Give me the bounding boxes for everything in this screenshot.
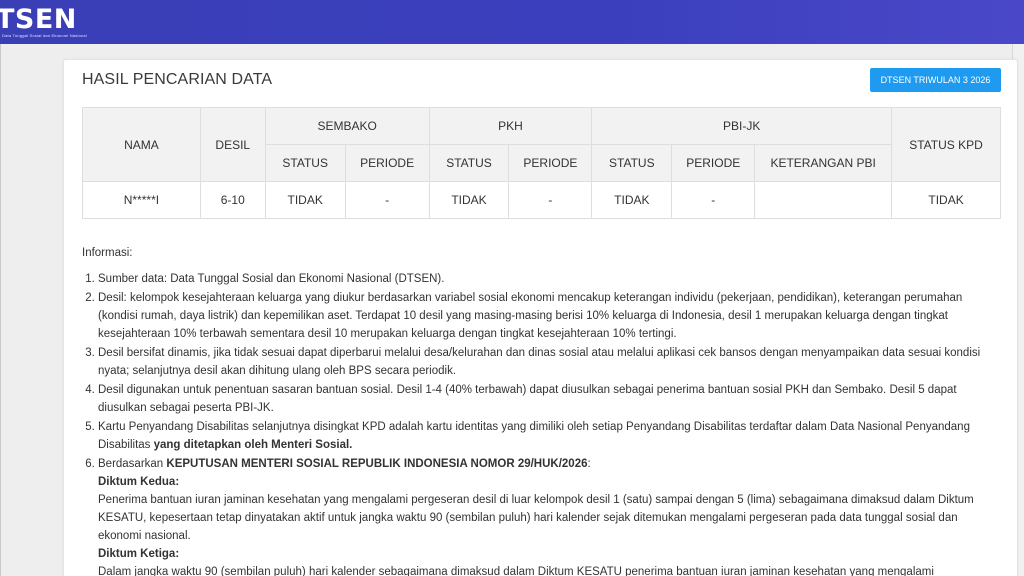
cell-pkh-status: TIDAK — [428, 181, 510, 219]
col-nama: NAMA — [82, 107, 201, 182]
cell-pbi-status: TIDAK — [591, 181, 673, 219]
col-status-kpd: STATUS KPD — [891, 107, 1001, 182]
info-list: Sumber data: Data Tunggal Sosial dan Eko… — [82, 270, 1002, 576]
top-navbar: TSEN Data Tunggal Sosial dan Ekonomi Nas… — [0, 0, 1024, 44]
info-item-3: Desil bersifat dinamis, jika tidak sesua… — [98, 344, 1002, 380]
col-sembako-periode: PERIODE — [344, 144, 430, 182]
info-heading: Informasi: — [82, 247, 133, 259]
diktum-kedua-text: Penerima bantuan iuran jaminan kesehatan… — [98, 494, 974, 542]
cell-desil: 6-10 — [199, 181, 266, 219]
diktum-ketiga-text: Dalam jangka waktu 90 (sembilan puluh) h… — [98, 566, 934, 576]
col-pbi-periode: PERIODE — [671, 144, 756, 182]
info-item-6: Berdasarkan KEPUTUSAN MENTERI SOSIAL REP… — [98, 455, 1002, 576]
col-pkh-status: STATUS — [428, 144, 510, 182]
logo-text: TSEN — [0, 4, 77, 35]
logo-subtitle: Data Tunggal Sosial dan Ekonomi Nasional — [2, 33, 87, 38]
information-section: Informasi: Sumber data: Data Tunggal Sos… — [82, 244, 1002, 576]
cell-sembako-periode: - — [344, 181, 430, 219]
cell-nama: N*****I — [82, 181, 201, 219]
result-card: HASIL PENCARIAN DATA DTSEN TRIWULAN 3 20… — [63, 59, 1018, 576]
col-desil: DESIL — [199, 107, 266, 182]
diktum-ketiga: Diktum Ketiga: Dalam jangka waktu 90 (se… — [98, 545, 1002, 576]
result-table: NAMA DESIL SEMBAKO PKH PBI-JK STATUS KPD… — [82, 107, 1001, 219]
cell-pkh-periode: - — [508, 181, 593, 219]
diktum-kedua-label: Diktum Kedua: — [98, 476, 180, 488]
info-item-4: Desil digunakan untuk penentuan sasaran … — [98, 381, 1002, 417]
period-button[interactable]: DTSEN TRIWULAN 3 2026 — [870, 68, 1001, 92]
col-sembako-status: STATUS — [264, 144, 346, 182]
col-pbi-status: STATUS — [591, 144, 673, 182]
cell-pbi-periode: - — [671, 181, 756, 219]
table-row: N*****I 6-10 TIDAK - TIDAK - TIDAK - TID… — [82, 181, 1001, 219]
col-pbi-jk: PBI-JK — [591, 107, 893, 145]
page-title: HASIL PENCARIAN DATA — [82, 71, 273, 88]
col-pkh: PKH — [428, 107, 593, 145]
left-edge — [0, 44, 1, 576]
cell-sembako-status: TIDAK — [264, 181, 346, 219]
info-item-6-colon: : — [587, 458, 591, 470]
col-keterangan-pbi: KETERANGAN PBI — [754, 144, 893, 182]
info-item-6-text: Berdasarkan — [98, 458, 167, 470]
col-sembako: SEMBAKO — [264, 107, 430, 145]
decree-title: KEPUTUSAN MENTERI SOSIAL REPUBLIK INDONE… — [166, 458, 588, 470]
diktum-kedua: Diktum Kedua: Penerima bantuan iuran jam… — [98, 473, 1002, 545]
info-item-5-bold: yang ditetapkan oleh Menteri Sosial. — [153, 439, 353, 451]
info-item-1: Sumber data: Data Tunggal Sosial dan Eko… — [98, 270, 1002, 288]
info-item-5: Kartu Penyandang Disabilitas selanjutnya… — [98, 418, 1002, 454]
col-pkh-periode: PERIODE — [508, 144, 593, 182]
cell-status-kpd: TIDAK — [891, 181, 1001, 219]
cell-pbi-keterangan — [754, 181, 893, 219]
info-item-2: Desil: kelompok kesejahteraan keluarga y… — [98, 289, 1002, 343]
diktum-ketiga-label: Diktum Ketiga: — [98, 548, 180, 560]
